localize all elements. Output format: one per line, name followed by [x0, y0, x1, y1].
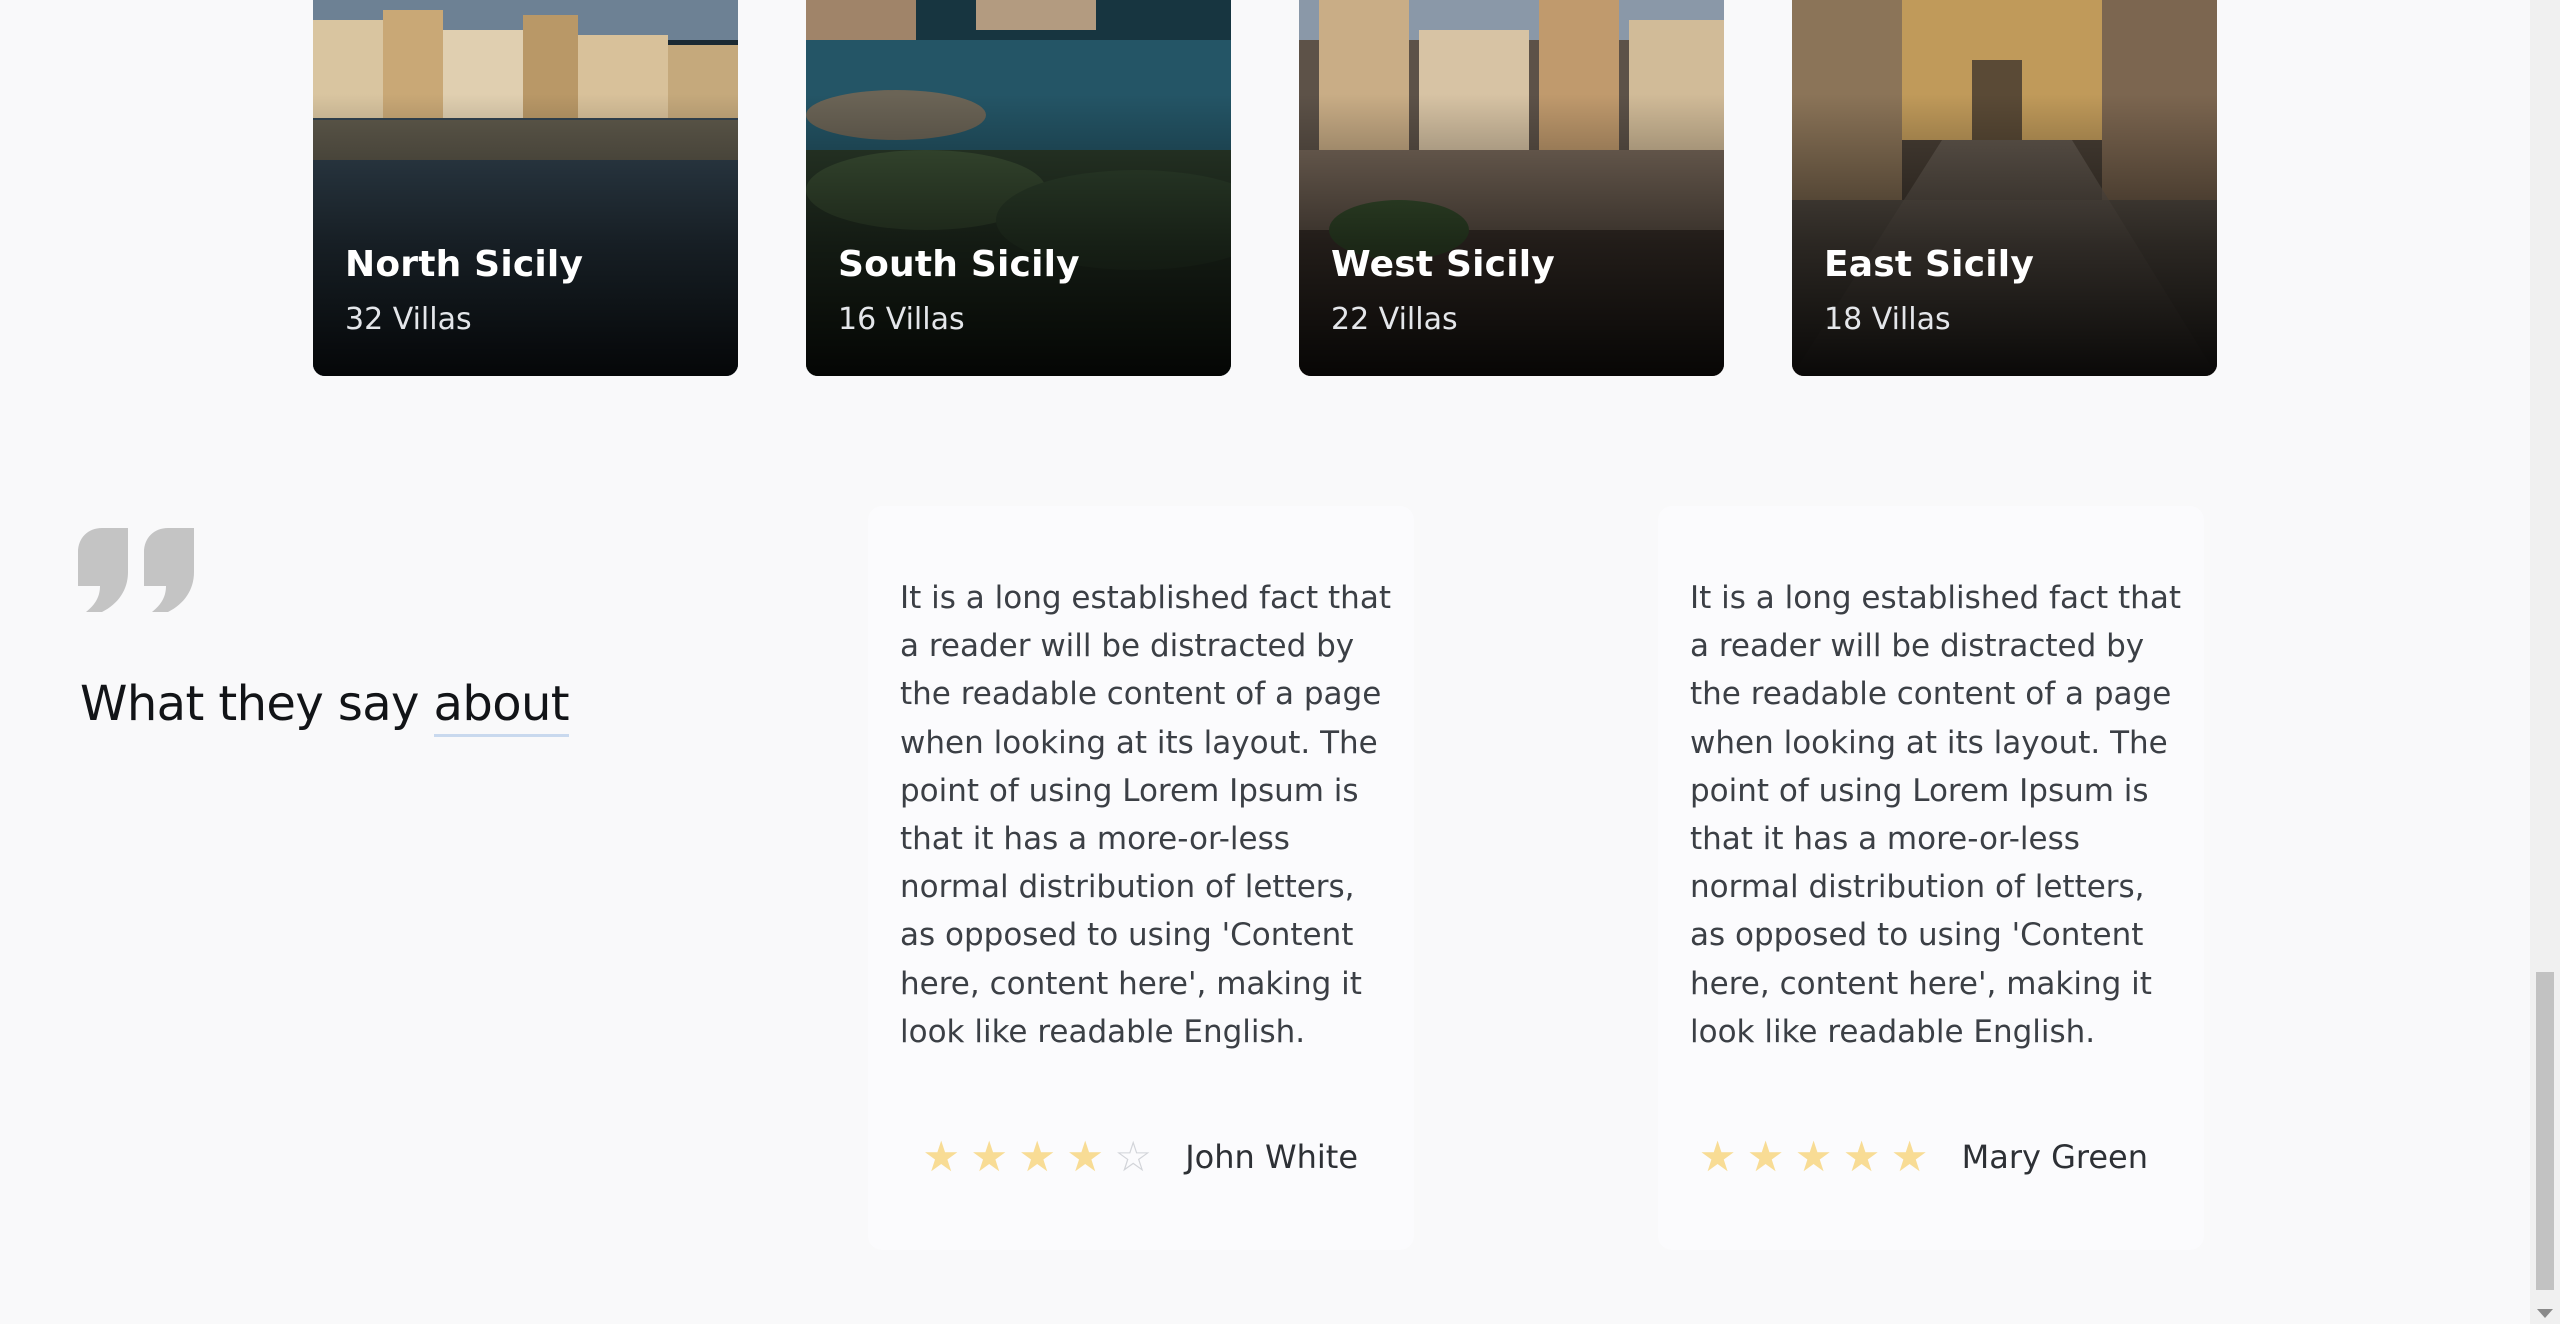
region-name: East Sicily — [1824, 244, 2035, 285]
region-card-west-sicily[interactable]: West Sicily 22 Villas — [1299, 0, 1724, 376]
region-cards: North Sicily 32 Villas South Sicily 16 V… — [313, 0, 2217, 376]
review-footer: ★ ★ ★ ★ ☆ John White — [919, 1136, 1358, 1178]
villa-count: 22 Villas — [1331, 302, 1458, 337]
villa-count: 18 Villas — [1824, 302, 1951, 337]
star-empty-icon: ☆ — [1114, 1132, 1153, 1181]
scroll-down-arrow-icon[interactable] — [2537, 1309, 2553, 1318]
region-name: North Sicily — [345, 244, 584, 285]
page-scrollbar[interactable] — [2530, 0, 2560, 1324]
testimonials-title: What they say about — [80, 676, 570, 737]
title-about-link[interactable]: about — [433, 676, 570, 737]
review-footer: ★ ★ ★ ★ ★ Mary Green — [1696, 1136, 2148, 1178]
star-filled-icon: ★ — [1842, 1132, 1881, 1181]
review-text: It is a long established fact that a rea… — [1690, 580, 2181, 1050]
star-filled-icon: ★ — [970, 1132, 1009, 1181]
star-filled-icon: ★ — [1066, 1132, 1105, 1181]
star-filled-icon: ★ — [1794, 1132, 1833, 1181]
review-author: Mary Green — [1961, 1138, 2148, 1176]
region-card-east-sicily[interactable]: East Sicily 18 Villas — [1792, 0, 2217, 376]
star-filled-icon: ★ — [922, 1132, 961, 1181]
scrollbar-thumb[interactable] — [2536, 972, 2554, 1290]
region-name: South Sicily — [838, 244, 1080, 285]
star-rating: ★ ★ ★ ★ ★ — [1696, 1136, 1932, 1178]
review-text: It is a long established fact that a rea… — [900, 580, 1391, 1050]
villa-count: 32 Villas — [345, 302, 472, 337]
review-author: John White — [1185, 1138, 1358, 1176]
review-card: It is a long established fact that a rea… — [1658, 506, 2204, 1250]
quote-icon — [78, 528, 194, 612]
star-rating: ★ ★ ★ ★ ☆ — [919, 1136, 1155, 1178]
title-prefix: What they say — [80, 676, 419, 732]
villa-count: 16 Villas — [838, 302, 965, 337]
review-card: It is a long established fact that a rea… — [868, 506, 1414, 1250]
star-filled-icon: ★ — [1890, 1132, 1929, 1181]
region-card-north-sicily[interactable]: North Sicily 32 Villas — [313, 0, 738, 376]
star-filled-icon: ★ — [1018, 1132, 1057, 1181]
region-name: West Sicily — [1331, 244, 1555, 285]
star-filled-icon: ★ — [1746, 1132, 1785, 1181]
region-card-south-sicily[interactable]: South Sicily 16 Villas — [806, 0, 1231, 376]
star-filled-icon: ★ — [1698, 1132, 1737, 1181]
